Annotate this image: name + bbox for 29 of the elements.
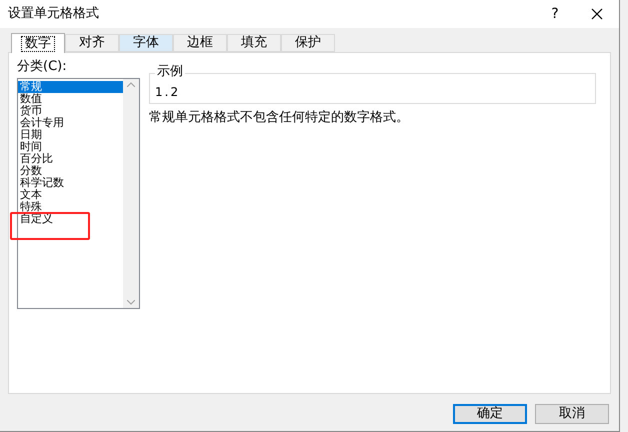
list-item[interactable]: 科学记数 (18, 177, 123, 189)
tab[interactable]: 填充 (227, 34, 281, 52)
description-text: 常规单元格格式不包含任何特定的数字格式。 (149, 109, 410, 127)
tab[interactable]: 数字 (11, 33, 65, 53)
scroll-up-icon (127, 82, 135, 87)
tab[interactable]: 保护 (281, 34, 335, 52)
list-item[interactable]: 百分比 (18, 153, 123, 165)
list-item[interactable]: 常规 (18, 81, 123, 93)
window-title: 设置单元格格式 (8, 5, 99, 24)
dialog-button[interactable]: 确定 (453, 404, 527, 424)
sample-value: 1.2 (155, 84, 180, 101)
close-icon (591, 8, 603, 20)
help-button[interactable]: ? (535, 0, 575, 28)
tab[interactable]: 对齐 (65, 34, 119, 52)
list-item[interactable]: 分数 (18, 165, 123, 177)
list-item[interactable]: 货币 (18, 105, 123, 117)
tab[interactable]: 字体 (119, 34, 173, 52)
category-label: 分类(C): (17, 58, 68, 76)
sample-label: 示例 (155, 64, 185, 80)
dialog-button[interactable]: 取消 (535, 404, 609, 424)
list-item[interactable]: 日期 (18, 129, 123, 141)
scroll-down-icon (127, 300, 135, 305)
list-item[interactable]: 数值 (18, 93, 123, 105)
list-item[interactable]: 特殊 (18, 201, 123, 213)
list-item[interactable]: 文本 (18, 189, 123, 201)
list-item[interactable]: 会计专用 (18, 117, 123, 129)
scrollbar[interactable] (123, 79, 139, 308)
tab[interactable]: 边框 (173, 34, 227, 52)
list-item[interactable]: 时间 (18, 141, 123, 153)
